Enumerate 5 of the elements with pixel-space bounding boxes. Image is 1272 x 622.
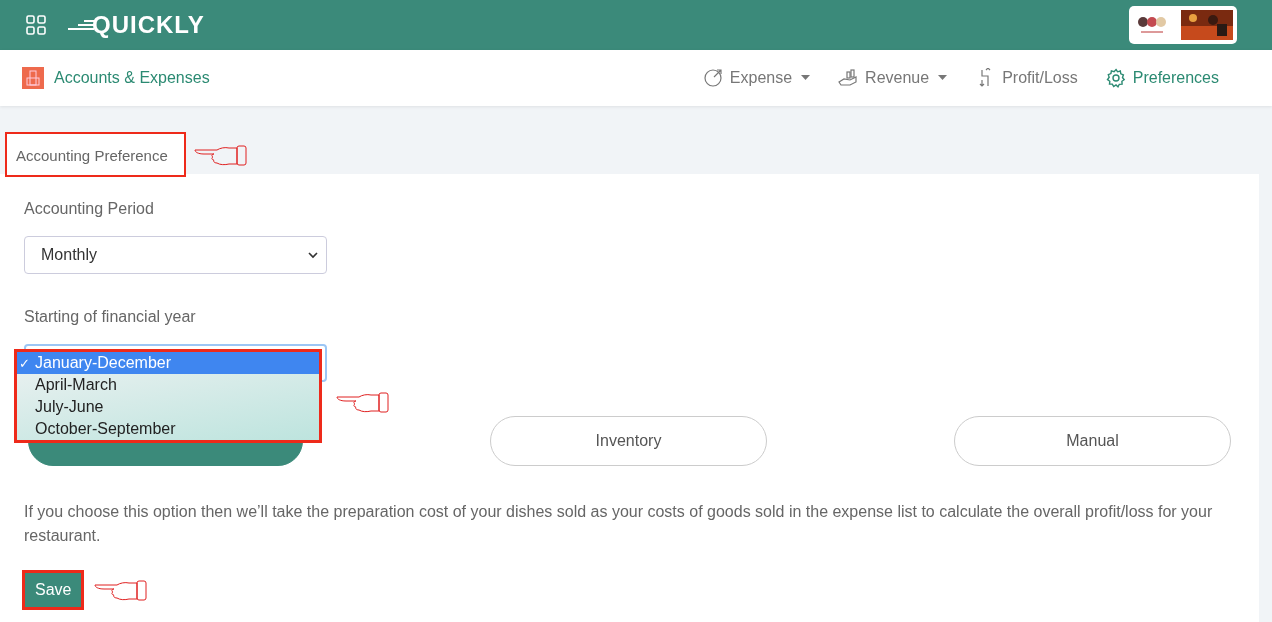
field-label: Accounting Period	[24, 200, 155, 218]
field-label: Starting of financial year	[24, 308, 197, 326]
description-text: If you choose this option then we’ll take the preparation cost of your dishes sold as your costs of goods sold in the expense list to calculate the overall profit/loss for your restaurant.	[24, 502, 1214, 546]
module-title: Accounts & Expenses	[54, 69, 210, 87]
section-title: Accounting Preference	[5, 132, 186, 177]
